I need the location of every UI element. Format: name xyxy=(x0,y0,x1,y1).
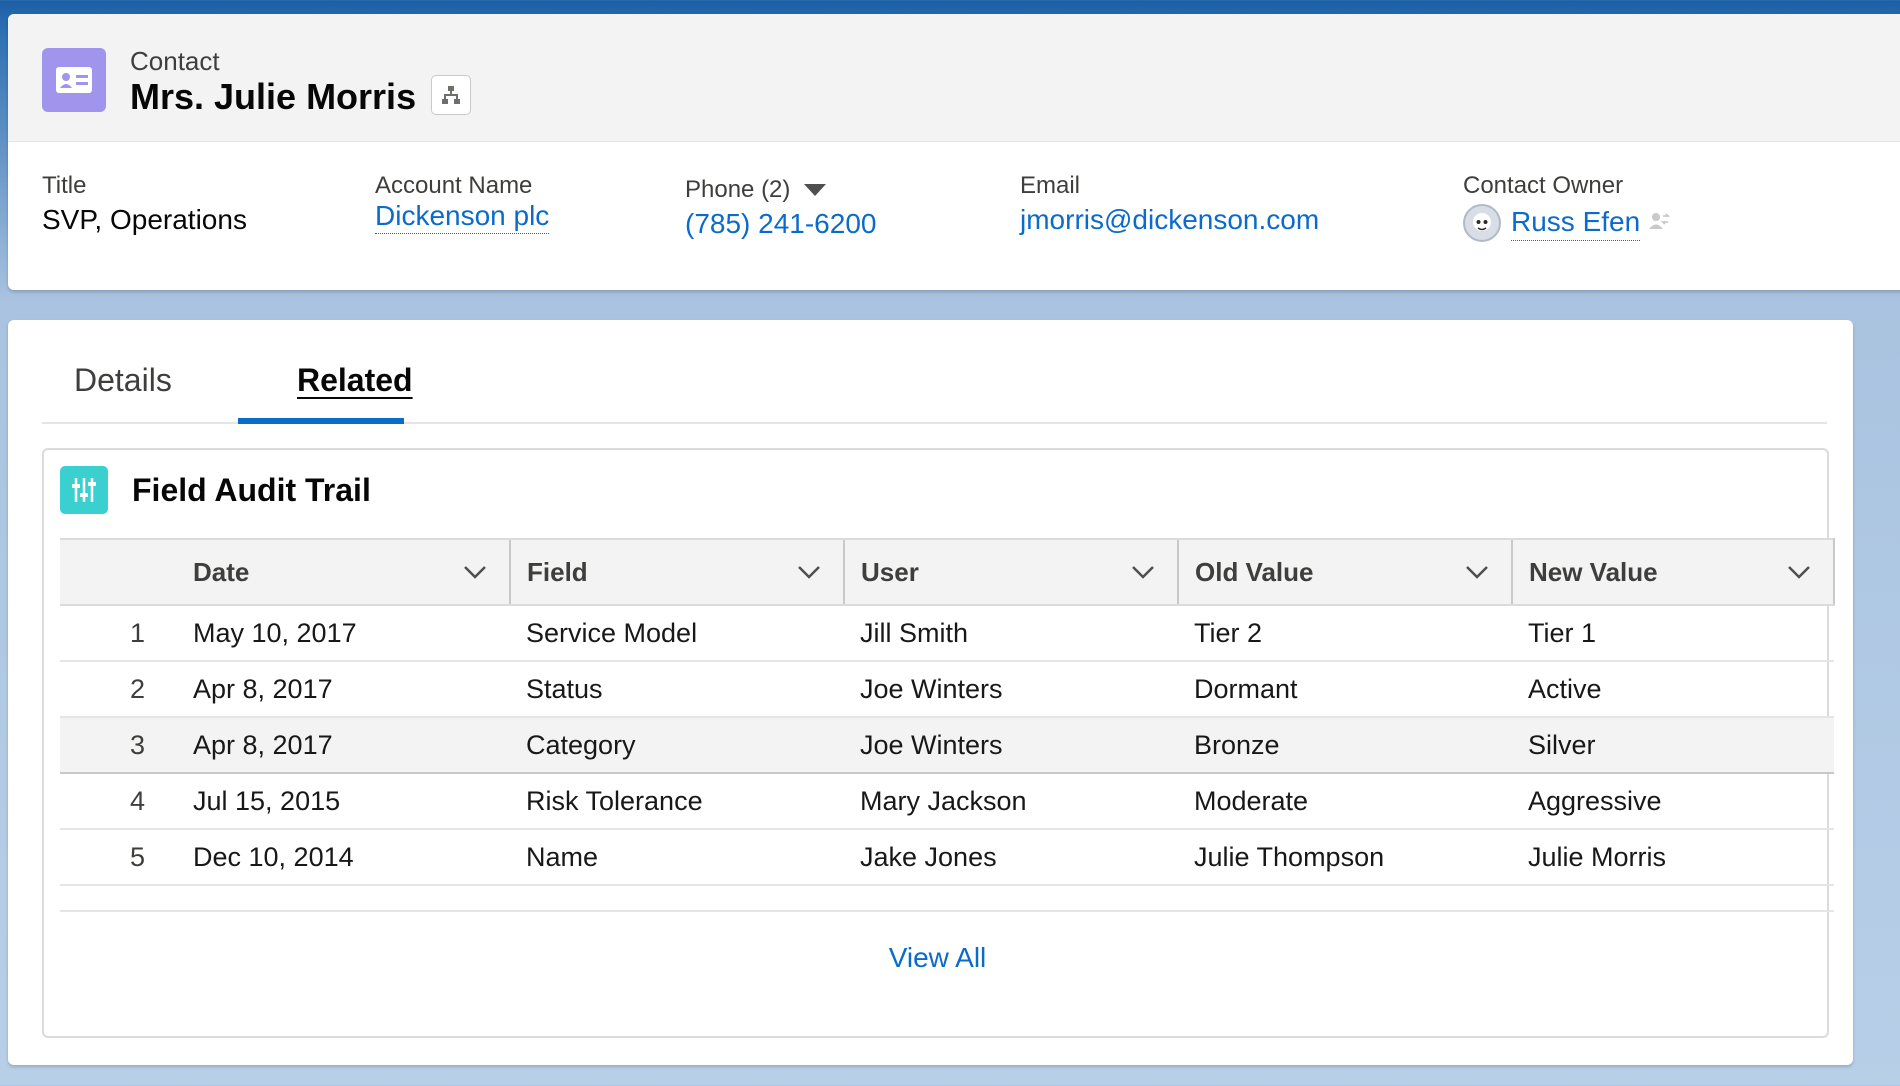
owner-link[interactable]: Russ Efen xyxy=(1511,206,1641,241)
rownum-header xyxy=(60,538,177,606)
highlights-panel: Title SVP, Operations Account Name Dicke… xyxy=(8,142,1900,290)
column-label: Old Value xyxy=(1195,556,1314,587)
cell-date: May 10, 2017 xyxy=(177,605,510,662)
cell-old-value: Moderate xyxy=(1178,773,1512,830)
cell-field: Name xyxy=(510,829,844,886)
record-body: Details Related Field Audit Trail Date F… xyxy=(8,320,1853,1065)
cell-new-value: Aggressive xyxy=(1512,773,1834,830)
cell-user: Mary Jackson xyxy=(844,773,1178,830)
tab-related[interactable]: Related xyxy=(297,362,413,399)
cell-user: Jake Jones xyxy=(844,829,1178,886)
view-all-link[interactable]: View All xyxy=(44,942,1831,974)
column-header-date[interactable]: Date xyxy=(177,538,510,606)
owner-row: Russ Efen xyxy=(1463,204,1672,242)
column-header-field[interactable]: Field xyxy=(509,538,844,606)
cell-field: Service Model xyxy=(510,605,844,662)
table-row[interactable]: 5 Dec 10, 2014 Name Jake Jones Julie Tho… xyxy=(60,829,1834,886)
related-list-title: Field Audit Trail xyxy=(132,472,371,508)
object-type-label: Contact xyxy=(130,46,220,76)
chevron-down-icon[interactable] xyxy=(1465,565,1489,579)
contact-owner-field: Contact Owner Russ Efen xyxy=(1463,172,1672,242)
record-name: Mrs. Julie Morris xyxy=(130,76,417,117)
cell-field: Risk Tolerance xyxy=(510,773,844,830)
cell-date: Apr 8, 2017 xyxy=(177,661,510,718)
active-tab-indicator xyxy=(238,418,404,424)
cell-user: Joe Winters xyxy=(844,661,1178,718)
email-link[interactable]: jmorris@dickenson.com xyxy=(1020,204,1319,236)
hierarchy-icon xyxy=(442,86,460,104)
column-label: User xyxy=(861,556,919,587)
cell-date: Apr 8, 2017 xyxy=(177,716,510,774)
phone-label: Phone (2) xyxy=(685,176,791,203)
account-name-field: Account Name Dickenson plc xyxy=(375,172,550,234)
caret-down-icon[interactable] xyxy=(804,184,827,196)
tab-bar: Details Related xyxy=(42,320,1827,424)
column-label: New Value xyxy=(1529,556,1658,587)
row-number: 2 xyxy=(60,661,177,718)
tab-details[interactable]: Details xyxy=(74,362,172,399)
cell-old-value: Julie Thompson xyxy=(1178,829,1512,886)
column-label: Date xyxy=(193,556,250,587)
hierarchy-button[interactable] xyxy=(431,75,471,115)
title-value: SVP, Operations xyxy=(42,204,247,235)
contact-card-icon xyxy=(42,48,106,112)
account-name-link[interactable]: Dickenson plc xyxy=(375,200,550,234)
phone-field: Phone (2) (785) 241-6200 xyxy=(685,176,876,240)
cell-new-value: Julie Morris xyxy=(1512,829,1834,886)
phone-label-row[interactable]: Phone (2) xyxy=(685,176,876,204)
table-header-row: Date Field User Old Value New Value xyxy=(60,538,1835,606)
record-title-bar: Contact Mrs. Julie Morris xyxy=(8,14,1900,142)
cell-user: Jill Smith xyxy=(844,605,1178,662)
cell-new-value: Active xyxy=(1512,661,1834,718)
chevron-down-icon[interactable] xyxy=(1131,565,1155,579)
title-label: Title xyxy=(42,172,87,199)
row-number: 1 xyxy=(60,605,177,662)
cell-old-value: Dormant xyxy=(1178,661,1512,718)
table-row[interactable]: 4 Jul 15, 2015 Risk Tolerance Mary Jacks… xyxy=(60,773,1834,830)
cell-new-value: Tier 1 xyxy=(1512,605,1834,662)
change-owner-icon[interactable] xyxy=(1646,208,1672,239)
audit-table: Date Field User Old Value New Value 1 Ma… xyxy=(60,538,1835,886)
cell-field: Status xyxy=(510,661,844,718)
divider xyxy=(60,910,1834,912)
email-label: Email xyxy=(1020,172,1081,199)
record-header: Contact Mrs. Julie Morris Title SVP, Ope… xyxy=(8,14,1900,290)
row-number: 3 xyxy=(60,716,177,774)
account-name-label: Account Name xyxy=(375,172,533,199)
chevron-down-icon[interactable] xyxy=(463,565,487,579)
avatar[interactable] xyxy=(1463,204,1501,242)
row-number: 4 xyxy=(60,773,177,830)
contact-owner-label: Contact Owner xyxy=(1463,172,1624,199)
cell-new-value: Silver xyxy=(1512,716,1834,774)
cell-date: Jul 15, 2015 xyxy=(177,773,510,830)
cell-field: Category xyxy=(510,716,844,774)
sliders-icon xyxy=(60,466,108,514)
email-field: Email jmorris@dickenson.com xyxy=(1020,172,1319,236)
column-header-new-value[interactable]: New Value xyxy=(1511,538,1835,606)
cell-date: Dec 10, 2014 xyxy=(177,829,510,886)
chevron-down-icon[interactable] xyxy=(1787,565,1811,579)
cell-old-value: Tier 2 xyxy=(1178,605,1512,662)
table-row[interactable]: 2 Apr 8, 2017 Status Joe Winters Dormant… xyxy=(60,661,1834,718)
column-label: Field xyxy=(527,556,588,587)
cell-user: Joe Winters xyxy=(844,716,1178,774)
chevron-down-icon[interactable] xyxy=(797,565,821,579)
field-audit-trail-card: Field Audit Trail Date Field User Old Va… xyxy=(42,448,1835,1038)
row-number: 5 xyxy=(60,829,177,886)
cell-old-value: Bronze xyxy=(1178,716,1512,774)
table-row[interactable]: 3 Apr 8, 2017 Category Joe Winters Bronz… xyxy=(60,716,1834,774)
table-row[interactable]: 1 May 10, 2017 Service Model Jill Smith … xyxy=(60,605,1834,662)
phone-link[interactable]: (785) 241-6200 xyxy=(685,208,876,240)
column-header-user[interactable]: User xyxy=(843,538,1178,606)
column-header-old-value[interactable]: Old Value xyxy=(1177,538,1512,606)
title-field: Title SVP, Operations xyxy=(42,172,247,236)
